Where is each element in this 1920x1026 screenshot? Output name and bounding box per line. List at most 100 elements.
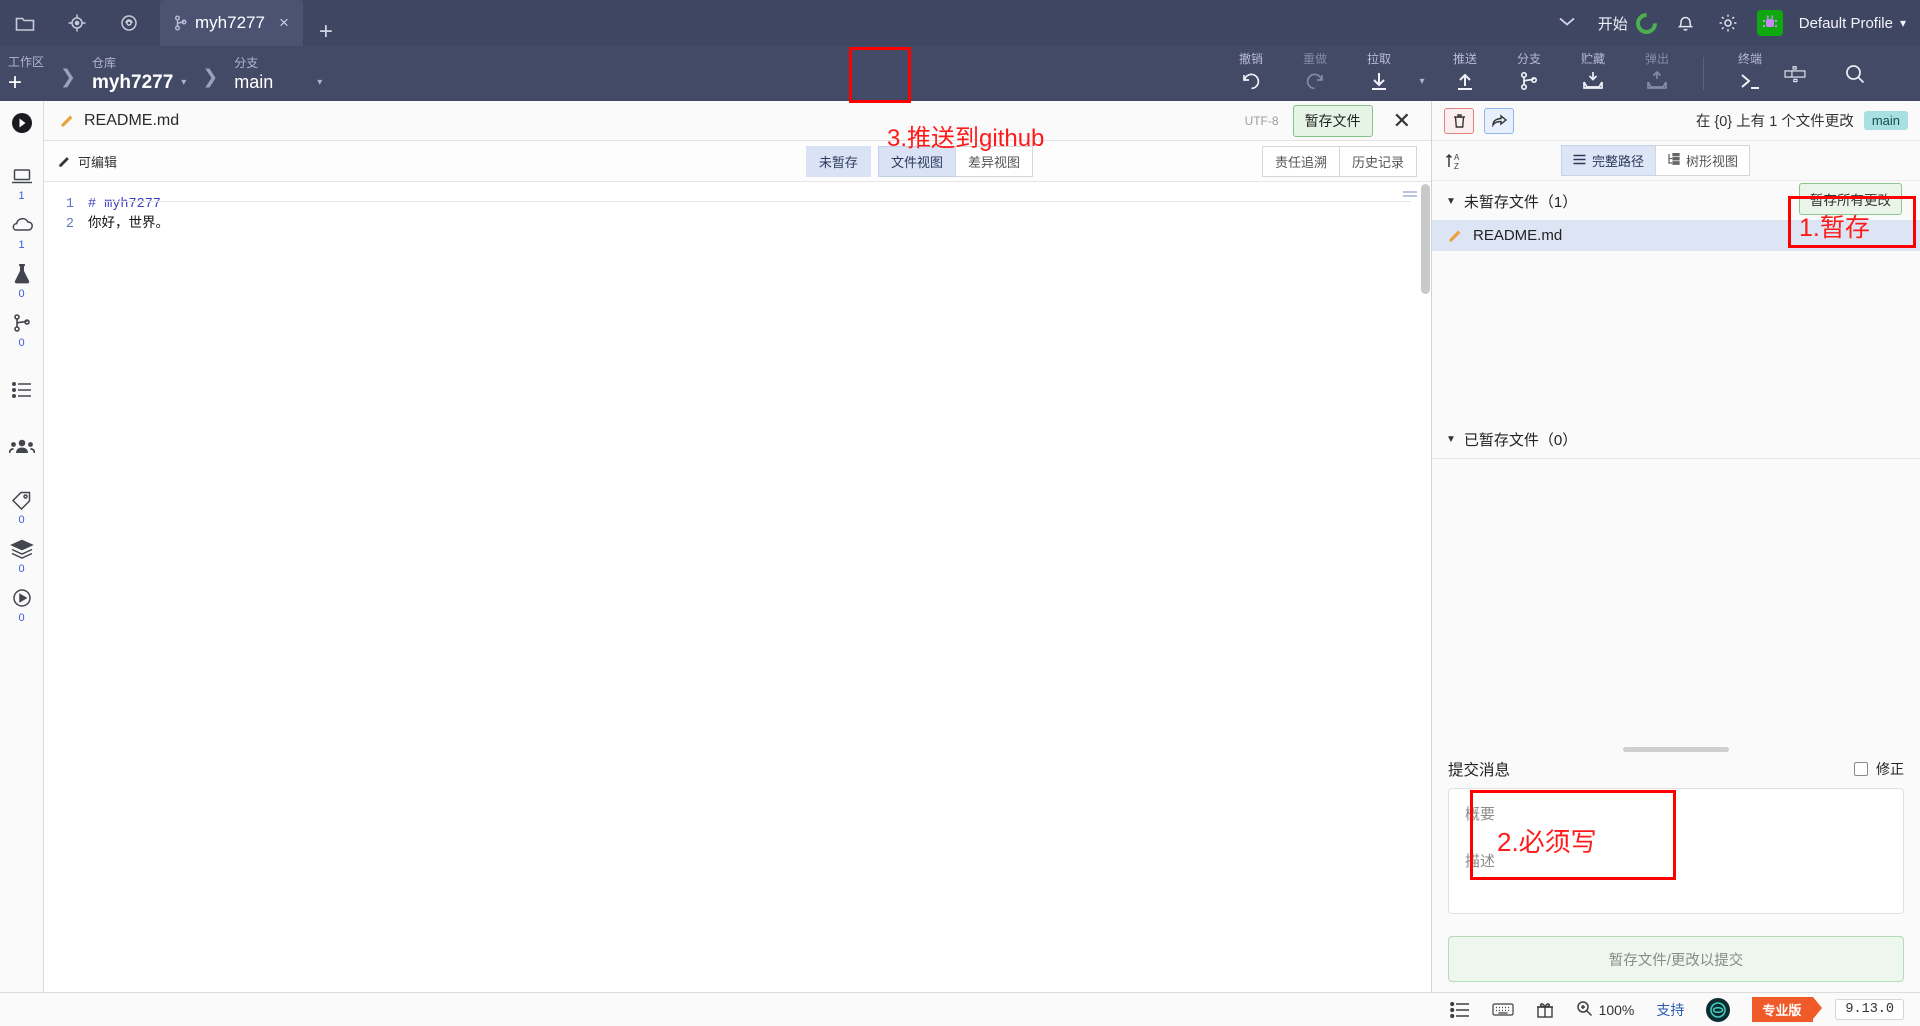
support-link[interactable]: 支持	[1656, 1000, 1684, 1020]
branch-crumb[interactable]: 分支 main ▾	[226, 46, 330, 101]
path-view-tabs: 完整路径 树形视图	[1561, 145, 1751, 176]
profile-avatar[interactable]	[1756, 10, 1783, 36]
toolbar-pull[interactable]: 拉取	[1347, 46, 1411, 101]
file-row-readme[interactable]: README.md	[1432, 220, 1920, 251]
toolbar-undo[interactable]: 撤销	[1219, 46, 1283, 101]
rail-item-branch[interactable]: 0	[11, 309, 33, 349]
repo-crumb[interactable]: 仓库 myh7277 ▾	[84, 46, 194, 101]
commit-panel-header: 在 {0} 上有 1 个文件更改 main	[1432, 101, 1920, 141]
workspace-crumb[interactable]: 工作区 +	[0, 46, 52, 101]
add-workspace-button[interactable]: +	[8, 70, 44, 95]
staged-section: ▼ 已暂存文件（0）	[1432, 251, 1920, 741]
tab-full-path[interactable]: 完整路径	[1561, 145, 1657, 176]
profile-label: Default Profile	[1798, 14, 1893, 32]
tab-file-view[interactable]: 文件视图	[877, 145, 956, 177]
branch-icon	[11, 309, 33, 337]
chevron-down-icon: ▾	[1419, 76, 1425, 87]
repo-name: myh7277	[91, 71, 174, 93]
view-mode-group: 文件视图 差异视图	[877, 145, 1033, 177]
editor-header-actions: UTF-8 暂存文件 ✕	[1244, 104, 1421, 137]
chevron-down-icon[interactable]: ▾	[317, 77, 322, 88]
cloud-sync-icon[interactable]	[116, 10, 142, 36]
branch-name: main	[234, 72, 274, 92]
play-icon	[11, 584, 33, 612]
profile-menu[interactable]: Default Profile ▾	[1799, 15, 1906, 32]
tab-close-icon[interactable]: ×	[279, 13, 289, 33]
toolbar-terminal[interactable]: 终端	[1718, 46, 1782, 101]
discard-changes-button[interactable]	[1444, 107, 1474, 134]
status-bar-right: 100% 支持 专业版 9.13.0	[1449, 997, 1920, 1022]
amend-toggle[interactable]: 修正	[1854, 759, 1904, 779]
tab-tree-view[interactable]: 树形视图	[1655, 145, 1751, 176]
amend-checkbox[interactable]	[1854, 762, 1868, 776]
tab-label: myh7277	[195, 13, 265, 32]
search-icon[interactable]	[1842, 61, 1868, 87]
list-icon[interactable]	[1449, 1001, 1470, 1018]
stage-file-button[interactable]: 暂存文件	[1292, 104, 1373, 137]
commit-description-input[interactable]: 描述	[1465, 850, 1887, 871]
start-button[interactable]: 开始	[1598, 8, 1662, 38]
commit-message-box[interactable]: 概要 描述	[1448, 788, 1904, 914]
rail-item-laptop[interactable]: 1	[10, 162, 34, 202]
toolbar-redo[interactable]: 重做	[1283, 46, 1347, 101]
tab-history[interactable]: 历史记录	[1338, 145, 1417, 177]
rail-item-people[interactable]	[8, 433, 35, 461]
pencil-icon	[58, 155, 71, 168]
rail-item-tag[interactable]: 0	[10, 486, 34, 526]
zoom-control[interactable]: 100%	[1576, 1000, 1634, 1020]
rail-item-play[interactable]: 0	[11, 584, 33, 624]
tab-myh7277[interactable]: myh7277 ×	[160, 0, 303, 46]
chevron-down-icon: ▼	[1446, 434, 1456, 445]
list-icon	[11, 376, 33, 404]
toolbar-push[interactable]: 推送	[1433, 46, 1497, 101]
folder-icon[interactable]	[12, 10, 38, 36]
close-editor-icon[interactable]: ✕	[1387, 109, 1417, 132]
rail-item-list[interactable]	[11, 376, 33, 404]
gear-icon[interactable]	[1715, 10, 1741, 36]
chevron-down-icon[interactable]: ▾	[181, 77, 186, 88]
tree-icon	[1667, 152, 1680, 168]
toolbar-redo-label: 重做	[1302, 52, 1327, 66]
bell-icon[interactable]	[1673, 10, 1699, 36]
rail-item-play-circle[interactable]	[11, 109, 33, 137]
toolbar-stash[interactable]: 贮藏	[1561, 46, 1625, 101]
panel-resize-handle[interactable]	[1432, 741, 1920, 754]
gift-icon[interactable]	[1536, 1001, 1554, 1019]
code-editor[interactable]: 1 # myh7277 2 你好，世界。	[44, 182, 1431, 992]
commit-button[interactable]: 暂存文件/更改以提交	[1448, 936, 1904, 982]
target-icon[interactable]	[64, 10, 90, 36]
line-text: # myh7277	[88, 197, 161, 212]
chevron-down-icon[interactable]	[1552, 13, 1582, 33]
branch-value[interactable]: main ▾	[234, 72, 322, 93]
repo-value[interactable]: myh7277 ▾	[92, 72, 186, 94]
staged-files-empty	[1432, 459, 1920, 741]
people-icon	[8, 433, 35, 461]
rail-count: 0	[18, 288, 25, 300]
tab-blame[interactable]: 责任追溯	[1261, 145, 1340, 177]
stage-all-changes-button[interactable]: 暂存所有更改	[1799, 183, 1902, 215]
rail-item-stack[interactable]: 0	[9, 535, 34, 575]
share-changes-button[interactable]	[1484, 107, 1514, 134]
editor-scrollbar-thumb[interactable]	[1421, 184, 1430, 294]
flask-icon	[12, 260, 32, 288]
commit-summary-input[interactable]: 概要	[1465, 803, 1887, 824]
rail-item-cloud[interactable]: 1	[9, 211, 35, 251]
sort-az-icon[interactable]: A Z	[1444, 150, 1466, 172]
encoding-label: UTF-8	[1244, 113, 1279, 128]
rail-item-flask[interactable]: 0	[12, 260, 32, 300]
editor-scrollbar[interactable]	[1419, 182, 1431, 992]
rail-count: 1	[18, 190, 25, 202]
keyboard-icon[interactable]	[1491, 1002, 1514, 1017]
tab-unstaged[interactable]: 未暂存	[805, 145, 871, 177]
line-number: 2	[65, 217, 74, 232]
tab-diff-view[interactable]: 差异视图	[954, 145, 1033, 177]
line-underline	[104, 201, 1411, 202]
toolbar-pop[interactable]: 弹出	[1625, 46, 1689, 101]
staged-group-header[interactable]: ▼ 已暂存文件（0）	[1432, 419, 1920, 458]
new-tab-button[interactable]: +	[303, 18, 349, 46]
layout-toggle-icon[interactable]	[1782, 61, 1808, 87]
toolbar-branch[interactable]: 分支	[1497, 46, 1561, 101]
stash-pop-icon	[1644, 68, 1670, 94]
toolbar-pull-dropdown[interactable]: ▾	[1411, 46, 1433, 101]
pro-badge: 专业版	[1752, 997, 1823, 1022]
